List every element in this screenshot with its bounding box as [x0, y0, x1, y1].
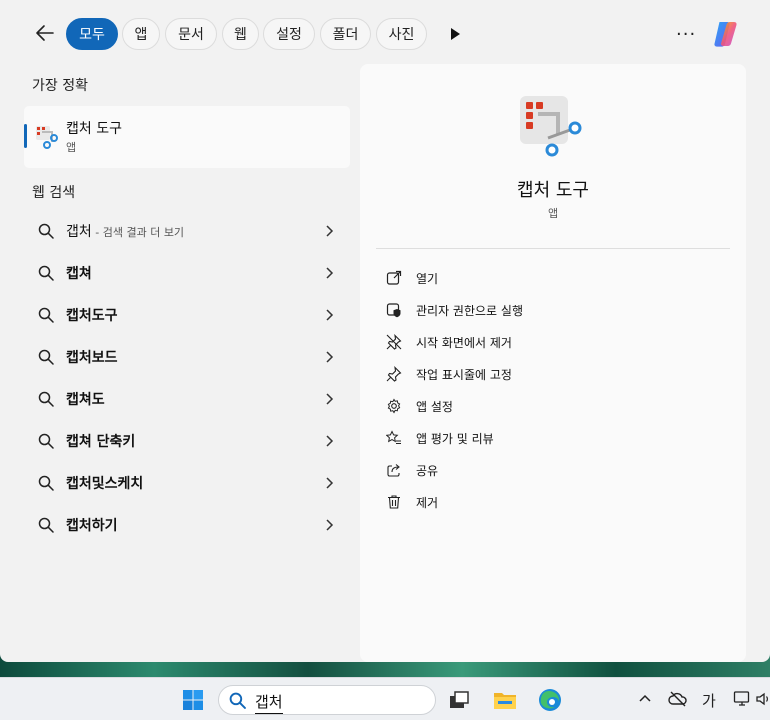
best-match-type: 앱	[66, 141, 77, 154]
web-result-text: 캡처하기	[66, 518, 118, 534]
search-input[interactable]: 갭처	[255, 691, 283, 714]
search-icon	[38, 307, 54, 323]
share-icon	[387, 464, 400, 477]
snipping-tool-large-icon	[520, 96, 582, 157]
action-app-settings[interactable]: 앱 설정	[386, 393, 686, 419]
search-panel: 모두 앱 문서 웹 설정 폴더 사진 ··· 가장 정확 캡처 도구 앱 웹 검…	[0, 0, 770, 662]
action-label: 열기	[416, 272, 439, 286]
web-search-heading: 웹 검색	[32, 185, 76, 201]
best-match-name: 캡처 도구	[66, 121, 122, 137]
action-uninstall[interactable]: 제거	[386, 489, 686, 515]
task-view-icon[interactable]	[446, 687, 472, 713]
web-result-2[interactable]: 캡처도구	[24, 295, 350, 335]
best-match-item[interactable]: 캡처 도구 앱	[24, 106, 350, 168]
taskbar-search-box[interactable]: 갭처	[218, 685, 436, 715]
filter-chip-documents[interactable]: 문서	[165, 18, 217, 50]
filter-chip-apps[interactable]: 앱	[122, 18, 160, 50]
windows-start-icon[interactable]	[182, 689, 204, 711]
action-label: 앱 설정	[416, 400, 453, 414]
web-result-text: 캡처보드	[66, 350, 118, 366]
web-result-suffix: - 검색 결과 더 보기	[91, 226, 185, 239]
unpin-icon	[386, 334, 402, 350]
pin-icon	[386, 366, 402, 382]
search-icon	[38, 475, 54, 491]
chevron-right-icon	[326, 393, 334, 405]
display-icon[interactable]	[733, 690, 751, 708]
web-result-4[interactable]: 캡쳐도	[24, 379, 350, 419]
action-open[interactable]: 열기	[386, 265, 686, 291]
app-detail-pane: 캡처 도구 앱 열기 관리자 권한으로 실행 시작 화면에서 제거 작업 표시줄…	[360, 64, 746, 662]
chevron-up-icon[interactable]	[638, 692, 652, 706]
search-icon	[229, 692, 246, 709]
taskbar: 갭처 가	[0, 677, 770, 720]
copilot-icon[interactable]	[710, 18, 742, 50]
filter-chip-settings[interactable]: 설정	[263, 18, 315, 50]
snipping-tool-icon	[36, 126, 58, 149]
search-icon	[38, 223, 54, 239]
action-unpin-start[interactable]: 시작 화면에서 제거	[386, 329, 686, 355]
selection-indicator	[24, 124, 27, 148]
web-result-5[interactable]: 캡쳐 단축키	[24, 421, 350, 461]
filter-chip-web[interactable]: 웹	[222, 18, 259, 50]
file-explorer-icon[interactable]	[492, 687, 518, 713]
trash-icon	[388, 495, 400, 509]
app-title: 캡처 도구	[517, 180, 589, 201]
search-icon	[38, 265, 54, 281]
action-pin-taskbar[interactable]: 작업 표시줄에 고정	[386, 361, 686, 387]
web-result-text: 캡처도구	[66, 308, 118, 324]
admin-shield-icon	[386, 303, 401, 318]
app-type: 앱	[547, 207, 559, 220]
action-rate-review[interactable]: 앱 평가 및 리뷰	[386, 425, 686, 451]
more-filters-play-icon[interactable]	[446, 25, 464, 43]
action-run-as-admin[interactable]: 관리자 권한으로 실행	[386, 297, 686, 323]
action-share[interactable]: 공유	[386, 457, 686, 483]
search-icon	[38, 517, 54, 533]
more-options-button[interactable]: ···	[676, 24, 696, 45]
web-result-1[interactable]: 캡쳐	[24, 253, 350, 293]
action-label: 작업 표시줄에 고정	[416, 368, 512, 382]
web-result-text: 갭처	[66, 224, 92, 240]
action-label: 공유	[416, 464, 439, 478]
web-result-6[interactable]: 캡처및스케치	[24, 463, 350, 503]
ime-indicator[interactable]: 가	[702, 690, 716, 711]
search-icon	[38, 391, 54, 407]
web-result-0[interactable]: 갭처 - 검색 결과 더 보기	[24, 211, 350, 251]
filter-chip-folders[interactable]: 폴더	[320, 18, 371, 50]
web-result-7[interactable]: 캡처하기	[24, 505, 350, 545]
chevron-right-icon	[326, 267, 334, 279]
web-result-text: 캡쳐도	[66, 392, 105, 408]
back-arrow-icon[interactable]	[34, 22, 56, 44]
onedrive-sync-icon[interactable]	[668, 690, 688, 708]
action-label: 앱 평가 및 리뷰	[416, 432, 494, 446]
volume-icon[interactable]	[756, 690, 770, 708]
action-label: 제거	[416, 496, 439, 510]
web-result-3[interactable]: 캡처보드	[24, 337, 350, 377]
chevron-right-icon	[326, 519, 334, 531]
action-label: 시작 화면에서 제거	[416, 336, 512, 350]
chevron-right-icon	[326, 477, 334, 489]
best-match-heading: 가장 정확	[32, 78, 88, 94]
edge-browser-icon[interactable]	[537, 687, 563, 713]
search-icon	[38, 433, 54, 449]
chevron-right-icon	[326, 351, 334, 363]
divider	[376, 248, 730, 249]
open-external-icon	[386, 270, 402, 285]
chevron-right-icon	[326, 435, 334, 447]
filter-chip-all[interactable]: 모두	[66, 18, 118, 50]
star-list-icon	[386, 430, 401, 445]
web-result-text: 캡쳐 단축키	[66, 434, 136, 450]
gear-icon	[387, 398, 401, 414]
search-icon	[38, 349, 54, 365]
web-result-text: 캡처및스케치	[66, 476, 144, 492]
action-label: 관리자 권한으로 실행	[416, 304, 523, 318]
chevron-right-icon	[326, 225, 334, 237]
web-result-text: 캡쳐	[66, 266, 92, 282]
filter-chip-photos[interactable]: 사진	[376, 18, 427, 50]
chevron-right-icon	[326, 309, 334, 321]
